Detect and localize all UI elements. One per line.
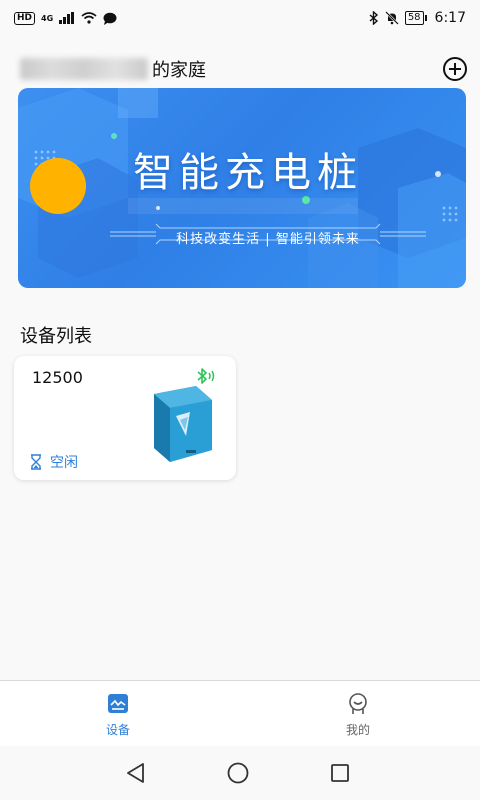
battery-tip: [424, 15, 427, 21]
hourglass-icon: [31, 454, 41, 470]
mute-bell-icon: [384, 11, 399, 25]
device-monitor-icon: [108, 694, 128, 713]
profile-face-icon: [349, 693, 367, 714]
bottom-tab-bar: 设备 我的: [0, 680, 480, 746]
chat-bubble-icon: [103, 12, 117, 25]
status-left: HD 4G: [14, 11, 117, 25]
wifi-icon: [81, 12, 97, 24]
battery-level: 58: [404, 11, 424, 25]
device-status-label: 空闲: [50, 455, 78, 471]
home-circle-icon[interactable]: [226, 761, 250, 785]
signal-icon: [59, 12, 75, 24]
device-name: 12500: [32, 368, 83, 387]
status-right: 58 6:17: [369, 10, 466, 26]
charger-device-image: [154, 386, 212, 462]
device-status: 空闲: [30, 452, 78, 472]
bluetooth-status-icon: [369, 11, 378, 25]
battery-indicator: 58: [404, 11, 427, 25]
banner-subtitle: 科技改变生活 | 智能引领未来: [176, 232, 360, 247]
status-bar: HD 4G 58 6:17: [0, 0, 480, 36]
recent-apps-square-icon[interactable]: [328, 761, 352, 785]
banner-title: 智能充电桩: [133, 150, 363, 196]
family-title-suffix: 的家庭: [152, 60, 206, 81]
back-triangle-icon[interactable]: [124, 761, 148, 785]
tab-mine-label: 我的: [345, 723, 370, 737]
bluetooth-icon: [197, 368, 215, 384]
family-header: 的家庭: [20, 54, 468, 84]
family-name-redacted: [20, 58, 148, 80]
add-device-button[interactable]: [442, 56, 468, 82]
tab-mine[interactable]: 我的: [318, 693, 398, 738]
tab-devices-label: 设备: [105, 723, 130, 737]
tab-devices[interactable]: 设备: [78, 693, 158, 738]
device-card[interactable]: 12500 空闲: [14, 356, 236, 480]
device-list-title: 设备列表: [20, 326, 92, 347]
hd-badge: HD: [14, 11, 36, 25]
clock: 6:17: [434, 10, 466, 26]
promo-banner[interactable]: 智能充电桩 科技改变生活 | 智能引领未来: [18, 88, 466, 288]
network-type: 4G: [41, 13, 54, 23]
system-nav-bar: [0, 746, 480, 800]
